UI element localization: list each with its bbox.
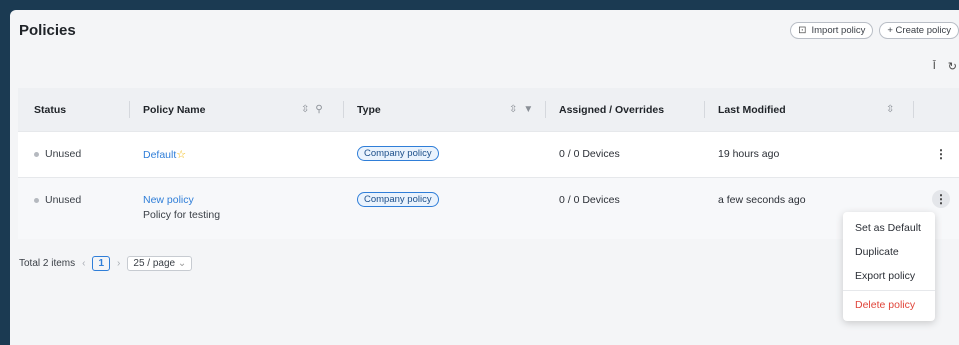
- policy-name-cell: Default☆: [143, 148, 186, 161]
- header-actions: ⊡ Import policy + Create policy: [790, 22, 959, 39]
- table-row[interactable]: Unused New policy Policy for testing Com…: [18, 177, 959, 239]
- sort-icon[interactable]: ⇳: [509, 104, 517, 115]
- search-icon[interactable]: ⚲: [315, 104, 322, 115]
- menu-item-set-default[interactable]: Set as Default: [843, 216, 935, 240]
- page-size-select[interactable]: 25 / page ⌄: [127, 256, 193, 271]
- filter-icon[interactable]: ▼: [523, 104, 533, 115]
- menu-item-delete[interactable]: Delete policy: [843, 293, 935, 317]
- status-dot: [34, 151, 39, 157]
- policy-name-link[interactable]: New policy: [143, 194, 220, 206]
- table-row[interactable]: Unused Default☆ Company policy 0 / 0 Dev…: [18, 131, 959, 177]
- table-header: Status Policy Name ⇳ ⚲ Type ⇳ ▼ Assigned…: [18, 88, 959, 131]
- page-size-value: 25 / page: [133, 258, 176, 269]
- column-policy-name: Policy Name: [143, 103, 206, 116]
- create-policy-button[interactable]: + Create policy: [879, 22, 959, 39]
- chevron-down-icon: ⌄: [177, 258, 187, 269]
- page-button[interactable]: 1: [92, 256, 111, 271]
- column-divider: [545, 101, 546, 118]
- last-modified-cell: 19 hours ago: [718, 148, 780, 160]
- type-badge: Company policy: [357, 192, 439, 207]
- column-divider: [129, 101, 130, 118]
- column-divider: [704, 101, 705, 118]
- kebab-icon[interactable]: ⋮: [935, 147, 947, 161]
- pagination: Total 2 items ‹ 1 › 25 / page ⌄: [19, 256, 193, 271]
- status-text: Unused: [45, 194, 82, 206]
- next-page-icon[interactable]: ›: [117, 258, 120, 269]
- refresh-icon[interactable]: ↻: [948, 60, 957, 73]
- menu-item-duplicate[interactable]: Duplicate: [843, 240, 935, 264]
- last-modified-tools: ⇳: [886, 88, 894, 131]
- policy-name-tools: ⇳ ⚲: [301, 88, 323, 131]
- column-divider: [343, 101, 344, 118]
- page-title: Policies: [19, 22, 76, 39]
- kebab-icon[interactable]: ⋮: [932, 190, 950, 208]
- policies-panel: Policies ⊡ Import policy + Create policy…: [10, 10, 959, 345]
- sort-icon[interactable]: ⇳: [886, 104, 894, 115]
- row-context-menu: Set as Default Duplicate Export policy D…: [843, 212, 935, 321]
- assigned-cell: 0 / 0 Devices: [559, 148, 620, 160]
- table-tools: Ī ↻: [933, 60, 957, 73]
- column-assigned: Assigned / Overrides: [559, 103, 665, 116]
- column-height-icon[interactable]: Ī: [933, 60, 936, 73]
- policies-table: Status Policy Name ⇳ ⚲ Type ⇳ ▼ Assigned…: [18, 88, 959, 239]
- column-status: Status: [34, 103, 67, 116]
- import-policy-label: Import policy: [811, 25, 866, 36]
- policy-name-cell: New policy Policy for testing: [143, 194, 220, 221]
- sort-icon[interactable]: ⇳: [301, 104, 309, 115]
- column-divider: [913, 101, 914, 118]
- status-text: Unused: [45, 148, 82, 160]
- last-modified-cell: a few seconds ago: [718, 194, 806, 206]
- status-dot: [34, 197, 39, 203]
- create-policy-label: + Create policy: [887, 25, 951, 36]
- total-items: Total 2 items: [19, 258, 76, 269]
- policy-name-link[interactable]: Default: [143, 149, 176, 161]
- status-cell: Unused: [34, 148, 81, 160]
- menu-divider: [843, 290, 935, 291]
- type-cell: Company policy: [357, 192, 439, 207]
- type-tools: ⇳ ▼: [509, 88, 533, 131]
- policy-description: Policy for testing: [143, 209, 221, 221]
- import-icon: ⊡: [798, 25, 807, 36]
- star-icon: ☆: [176, 149, 187, 161]
- column-type: Type: [357, 103, 381, 116]
- assigned-cell: 0 / 0 Devices: [559, 194, 620, 206]
- import-policy-button[interactable]: ⊡ Import policy: [790, 22, 874, 39]
- status-cell: Unused: [34, 194, 81, 206]
- prev-page-icon[interactable]: ‹: [82, 258, 85, 269]
- type-badge: Company policy: [357, 146, 439, 161]
- type-cell: Company policy: [357, 146, 439, 161]
- column-last-modified: Last Modified: [718, 103, 786, 116]
- menu-item-export[interactable]: Export policy: [843, 264, 935, 288]
